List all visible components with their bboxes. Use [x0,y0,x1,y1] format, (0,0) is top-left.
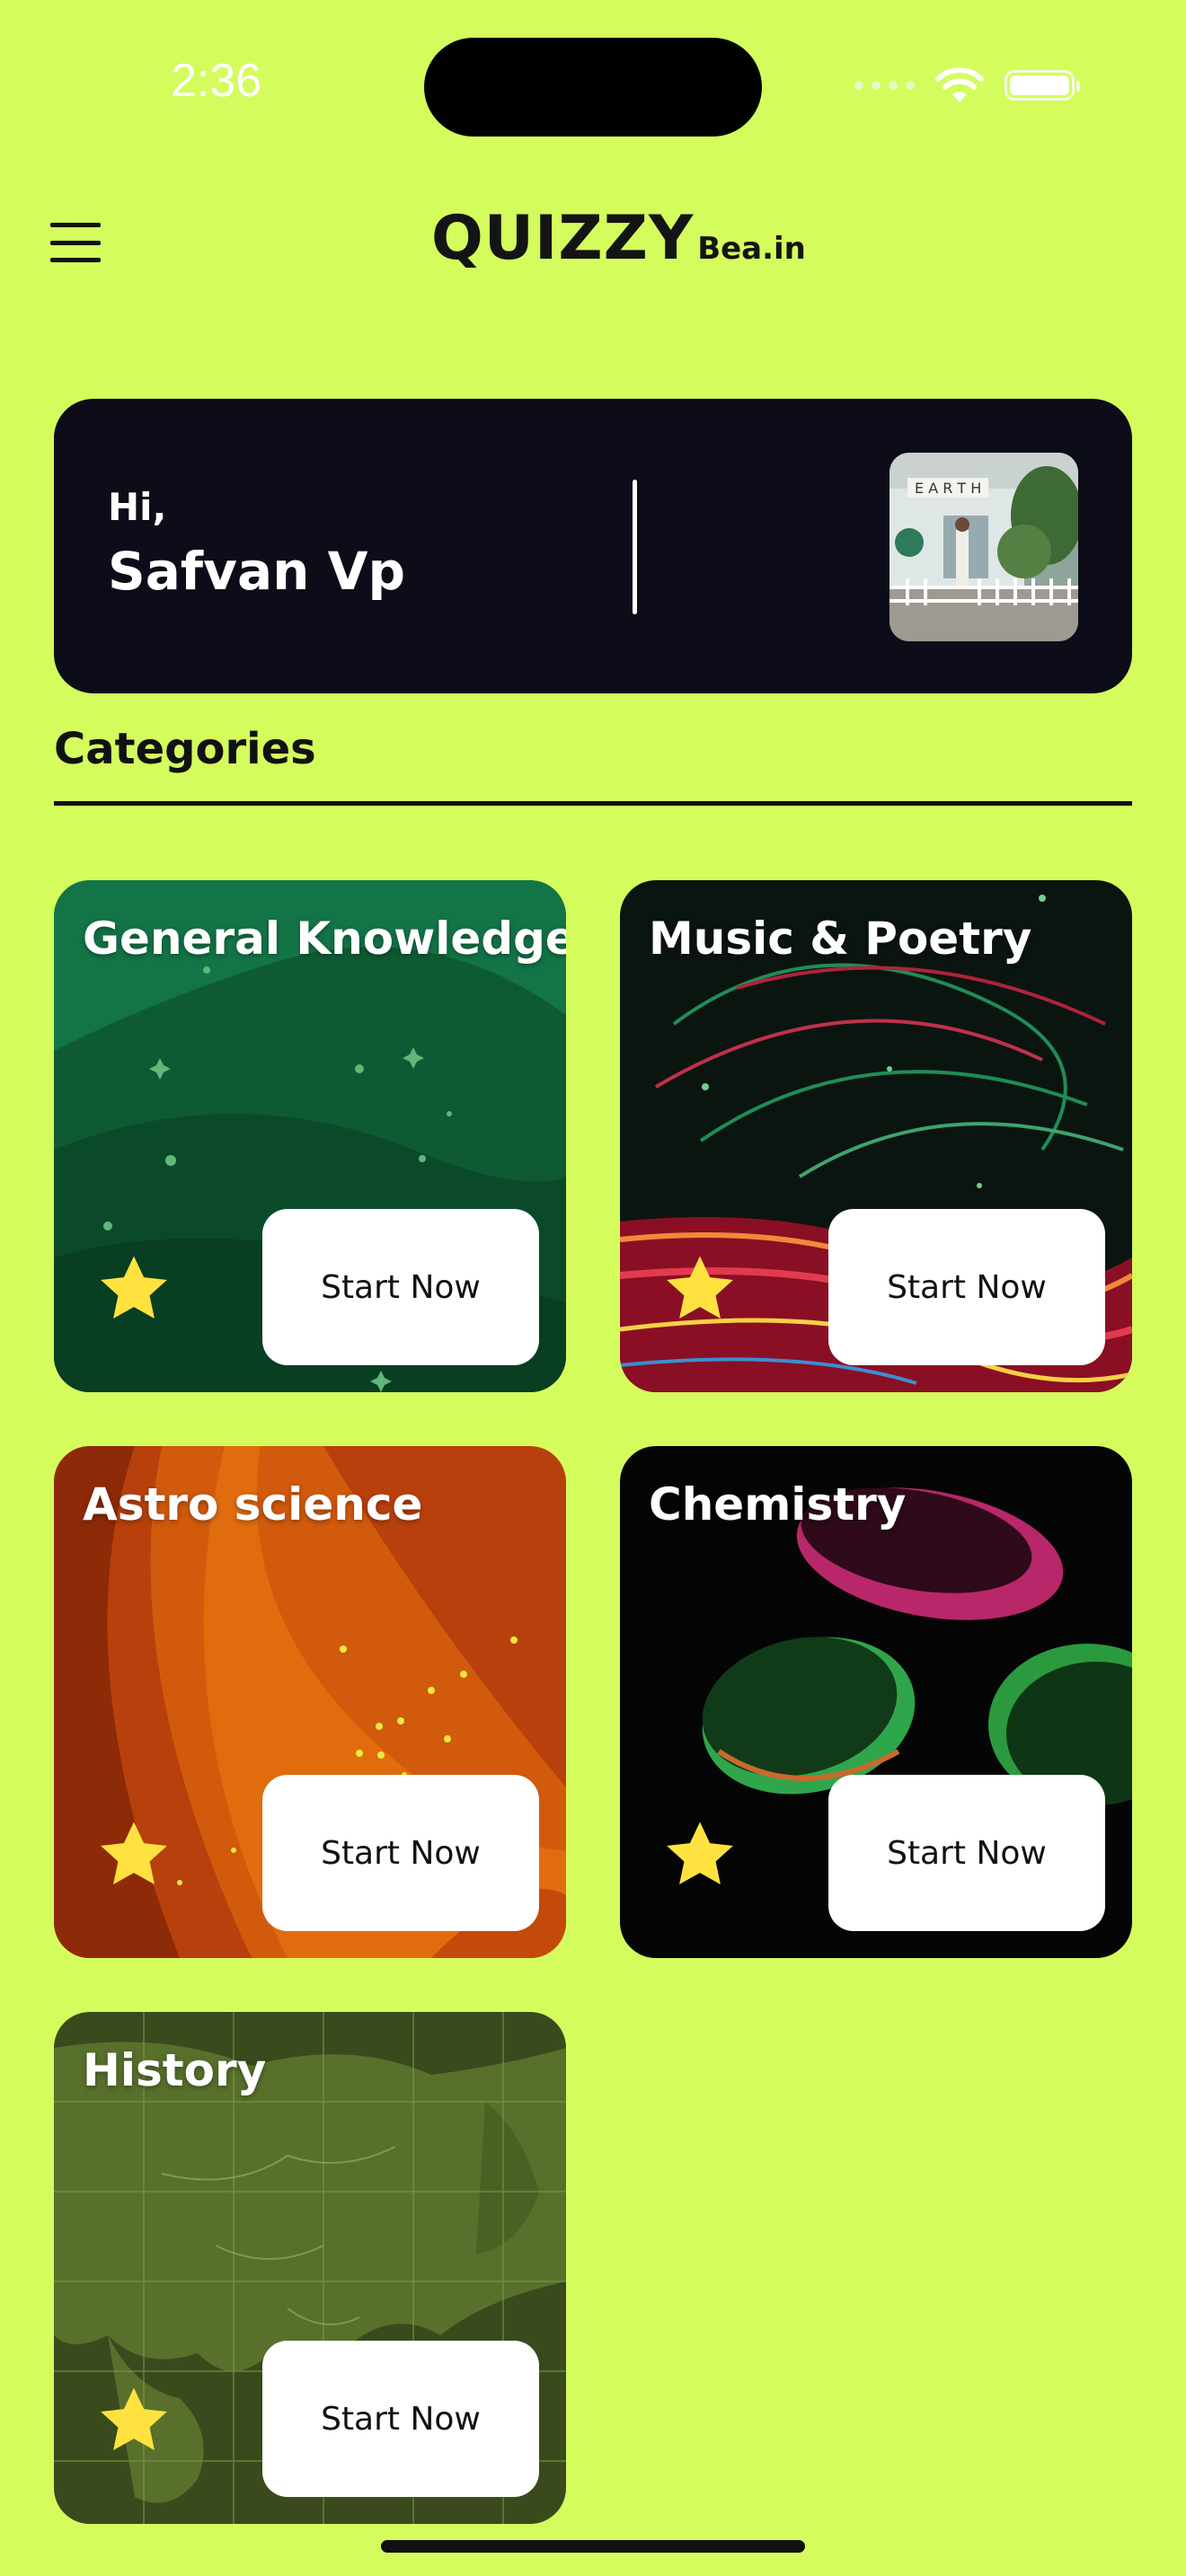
category-card-chemistry[interactable]: Chemistry Start Now [620,1446,1132,1958]
greeting-card: Hi, Safvan Vp E A R T H [54,399,1132,693]
status-time: 2:36 [171,55,262,107]
divider [633,480,637,614]
star-icon[interactable] [95,1250,173,1328]
star-icon[interactable] [661,1250,739,1328]
category-title: History [83,2044,267,2096]
home-indicator[interactable] [381,2540,805,2553]
star-icon[interactable] [95,1816,173,1893]
start-now-button[interactable]: Start Now [828,1775,1105,1931]
category-title: General Knowledge [83,913,566,965]
user-name: Safvan Vp [108,541,405,602]
battery-icon [1005,70,1080,101]
categories-heading: Categories [54,724,316,774]
categories-divider [54,801,1132,806]
wifi-icon [935,67,984,102]
category-card-astro-science[interactable]: Astro science Start Now [54,1446,566,1958]
dynamic-island [424,38,762,137]
avatar[interactable]: E A R T H [890,453,1078,641]
signal-icon [854,81,915,90]
app-logo: QUIZZY Bea.in [431,203,806,274]
category-title: Chemistry [649,1478,907,1531]
start-now-button[interactable]: Start Now [828,1209,1105,1365]
greeting-hi: Hi, [108,485,167,529]
status-icons [854,66,1080,104]
logo-sub-text: Bea.in [697,231,806,267]
start-now-button[interactable]: Start Now [262,2341,539,2497]
category-title: Astro science [83,1478,423,1531]
star-icon[interactable] [661,1816,739,1893]
category-card-music-poetry[interactable]: Music & Poetry Start Now [620,880,1132,1392]
menu-icon[interactable] [50,223,101,262]
logo-main-text: QUIZZY [431,203,695,274]
start-now-button[interactable]: Start Now [262,1209,539,1365]
category-card-history[interactable]: History Start Now [54,2012,566,2524]
start-now-button[interactable]: Start Now [262,1775,539,1931]
category-title: Music & Poetry [649,913,1032,965]
star-icon[interactable] [95,2382,173,2459]
svg-text:E A R T H: E A R T H [915,480,981,497]
category-card-general-knowledge[interactable]: General Knowledge Start Now [54,880,566,1392]
